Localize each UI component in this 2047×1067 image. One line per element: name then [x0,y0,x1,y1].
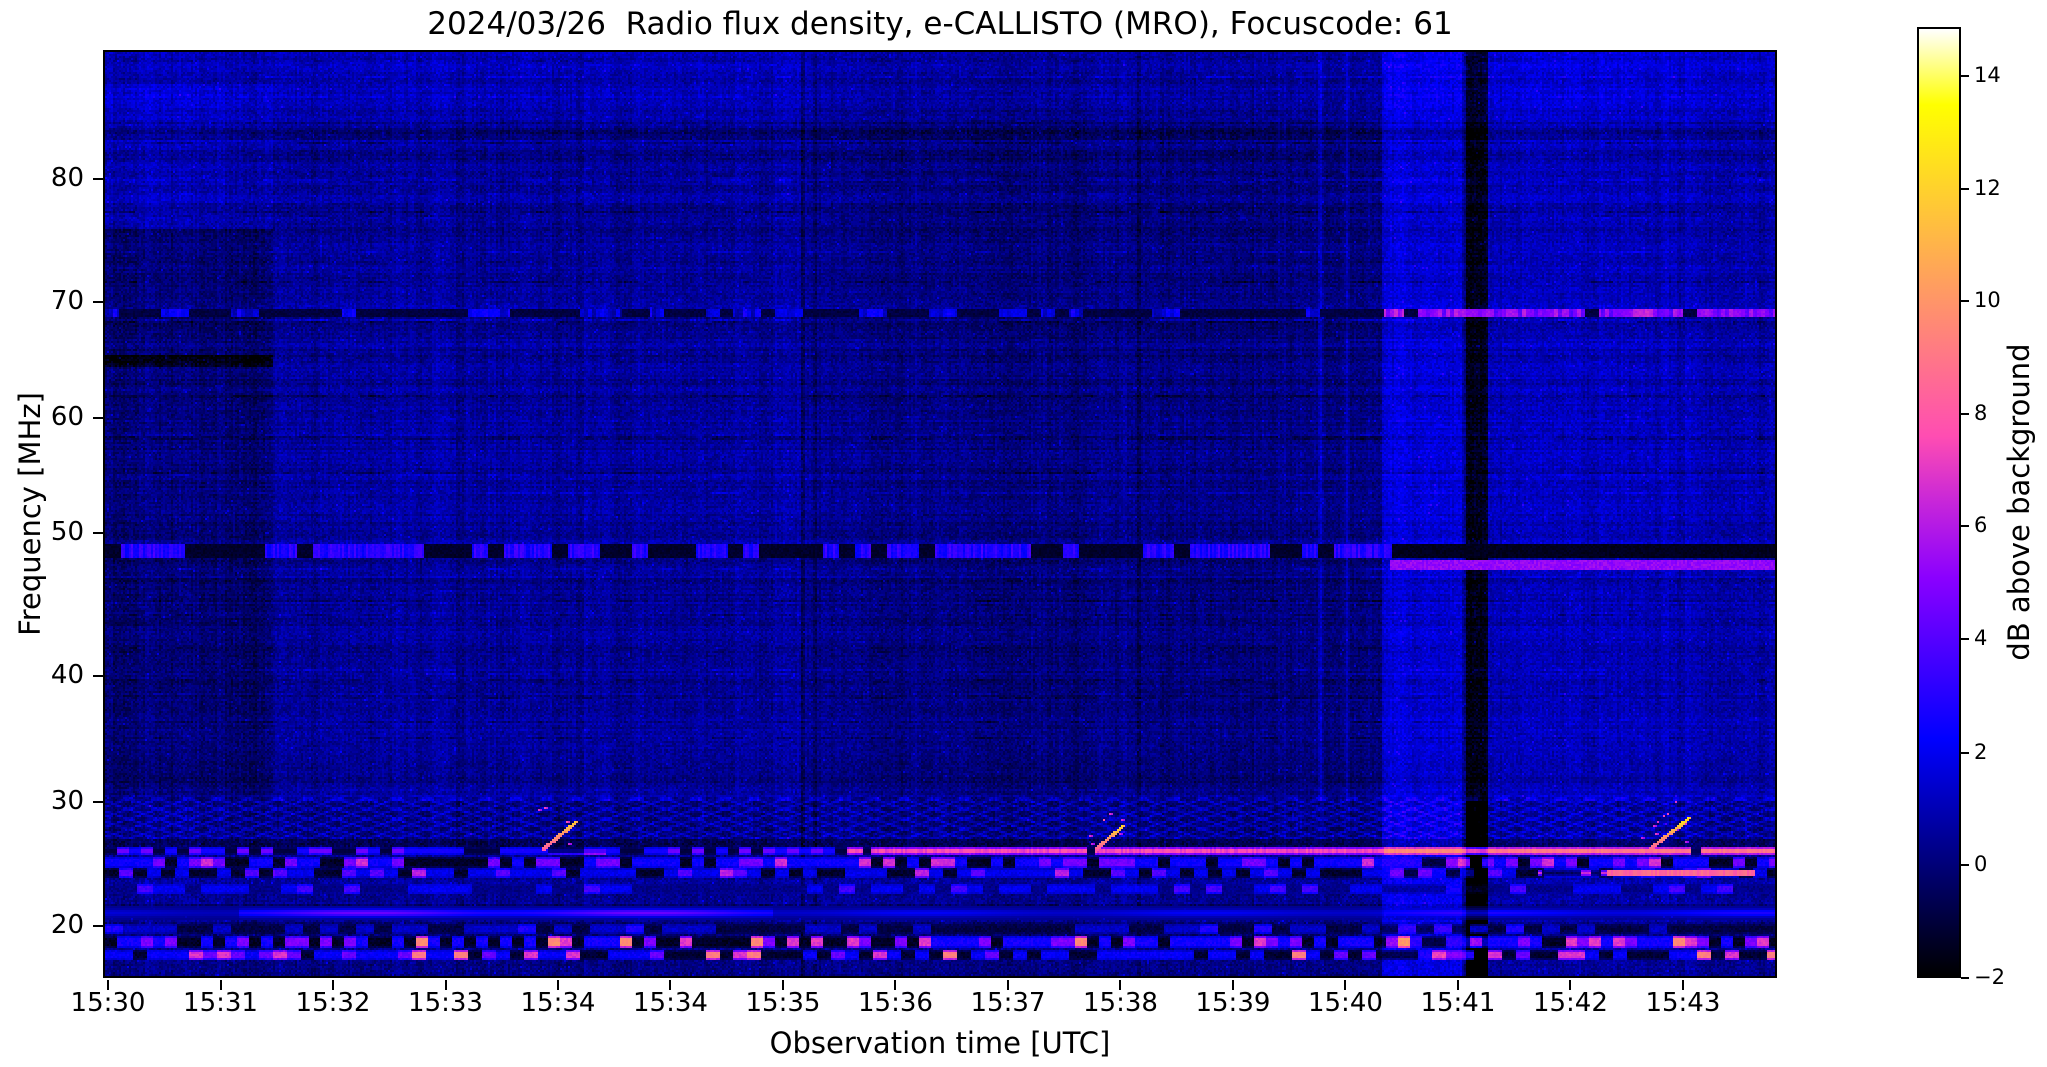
colorbar-tick-mark [1961,751,1969,754]
y-tick-mark [93,925,103,928]
y-tick-label: 70 [50,286,84,317]
y-tick-label: 20 [50,910,84,941]
y-tick-label: 80 [50,162,84,193]
colorbar-tick-mark [1961,977,1969,979]
x-tick-label: 15:30 [70,988,146,1018]
colorbar-tick-mark [1961,413,1969,416]
x-tick-label: 15:41 [1420,988,1496,1018]
colorbar-tick-label: 2 [1974,739,1988,764]
colorbar-tick-label: 14 [1974,62,2001,87]
colorbar-tick-label: 0 [1974,851,1988,876]
y-tick-mark [93,177,103,180]
colorbar-tick-label: 12 [1974,175,2001,200]
colorbar [1917,27,1961,978]
colorbar-tick-label: 10 [1974,287,2001,312]
y-tick-mark [93,675,103,678]
y-tick-mark [93,417,103,420]
colorbar-tick-label: 6 [1974,513,1988,538]
colorbar-tick-mark [1961,299,1969,302]
colorbar-tick-mark [1961,525,1969,528]
x-tick-label: 15:43 [1645,988,1721,1018]
x-tick-label: 15:40 [1307,988,1383,1018]
plot-area [103,50,1777,978]
x-tick-label: 15:35 [745,988,821,1018]
y-tick-label: 60 [50,402,84,433]
colorbar-tick-label: −2 [1974,965,2005,989]
x-tick-label: 15:32 [295,988,371,1018]
x-tick-label: 15:42 [1532,988,1608,1018]
colorbar-label: dB above background [2002,343,2036,661]
x-tick-label: 15:38 [1082,988,1158,1018]
y-tick-mark [93,800,103,803]
x-tick-label: 15:34 [633,988,708,1018]
x-tick-label: 15:33 [408,988,483,1018]
colorbar-tick-label: 4 [1974,626,1988,651]
x-axis-label: Observation time [UTC] [769,1026,1111,1060]
chart-title: 2024/03/26 Radio flux density, e-CALLIST… [427,6,1453,42]
x-tick-label: 15:39 [1195,988,1271,1018]
colorbar-gradient [1919,29,1959,976]
y-tick-mark [93,301,103,304]
y-tick-label: 50 [50,517,84,548]
x-tick-label: 15:34 [520,988,596,1018]
spectrogram-image [105,52,1775,976]
colorbar-tick-mark [1961,187,1969,190]
x-tick-label: 15:37 [970,988,1046,1018]
colorbar-tick-mark [1961,638,1969,641]
y-tick-label: 40 [50,660,84,691]
x-tick-label: 15:36 [858,988,933,1018]
colorbar-tick-label: 8 [1974,401,1988,426]
y-tick-label: 30 [50,785,84,816]
figure: 2024/03/26 Radio flux density, e-CALLIST… [0,0,2047,1067]
colorbar-tick-mark [1961,863,1969,866]
x-tick-label: 15:31 [183,988,258,1018]
y-tick-mark [93,532,103,535]
colorbar-tick-mark [1961,74,1969,77]
